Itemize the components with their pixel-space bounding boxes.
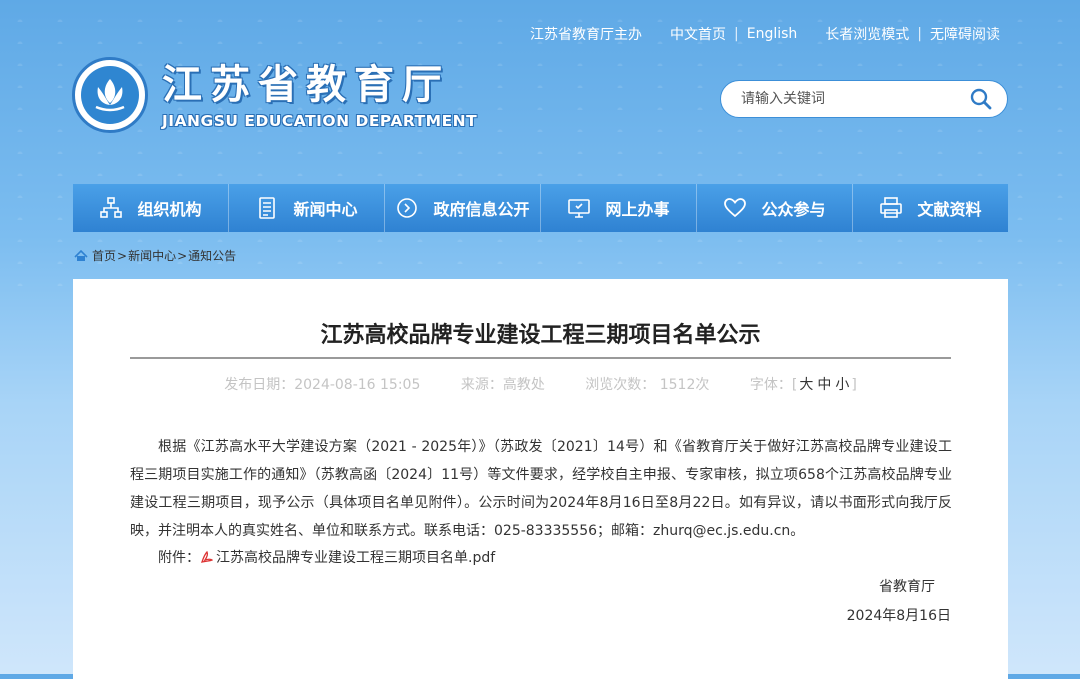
nav-item-label: 政府信息公开: [433, 200, 530, 219]
nav-item-label: 网上办事: [605, 200, 670, 219]
printer-icon: [879, 196, 903, 220]
sponsor-text: 江苏省教育厅主办: [530, 27, 642, 43]
search-box: [720, 80, 1008, 118]
heart-icon: [723, 196, 747, 220]
breadcrumb-current[interactable]: 通知公告: [188, 247, 236, 264]
logo-name-cn: 江苏省教育厅: [162, 62, 450, 108]
home-icon: [74, 249, 88, 261]
main-nav: 组织机构 新闻中心 政府信息公开 网上办事 公众参与 文献资料: [73, 184, 1008, 232]
article-title: 江苏高校品牌专业建设工程三期项目名单公示: [320, 323, 761, 348]
article-card: 江苏高校品牌专业建设工程三期项目名单公示 发布日期：2024-08-16 15:…: [73, 279, 1008, 679]
search-input[interactable]: [739, 90, 961, 108]
nav-item-literature[interactable]: 文献资料: [853, 184, 1008, 232]
document-icon: [255, 196, 279, 220]
nav-item-disclosure[interactable]: 政府信息公开: [385, 184, 541, 232]
attachment-pdf-link[interactable]: 江苏高校品牌专业建设工程三期项目名单.pdf: [216, 547, 495, 567]
breadcrumb-arrow: >: [177, 248, 188, 263]
chinese-home-link[interactable]: 中文首页: [670, 24, 726, 44]
accessible-reading-link[interactable]: 无障碍阅读: [930, 24, 1000, 44]
breadcrumb-arrow: >: [117, 248, 128, 263]
signature-date: 2024年8月16日: [846, 608, 951, 624]
nav-item-label: 文献资料: [917, 200, 982, 219]
nav-item-news[interactable]: 新闻中心: [229, 184, 385, 232]
nav-item-online-services[interactable]: 网上办事: [541, 184, 697, 232]
emblem-icon: [72, 57, 148, 133]
nav-item-label: 组织机构: [137, 200, 202, 219]
breadcrumb-home[interactable]: 首页: [92, 247, 116, 264]
publish-date: 发布日期：2024-08-16 15:05: [224, 377, 421, 393]
article-body: 根据《江苏高水平大学建设方案（2021 - 2025年）》（苏政发〔2021〕1…: [130, 439, 952, 539]
breadcrumb-news[interactable]: 新闻中心: [128, 247, 176, 264]
search-icon: [970, 88, 992, 110]
disclosure-icon: [395, 196, 419, 220]
font-size-medium-button[interactable]: 中: [815, 377, 833, 393]
top-links-bar: 江苏省教育厅主办 中文首页 | English 长者浏览模式 | 无障碍阅读: [530, 24, 1000, 44]
pdf-icon: [201, 550, 214, 563]
breadcrumb: 首页 > 新闻中心 > 通知公告: [74, 247, 236, 264]
article-source: 来源：高教处: [460, 377, 545, 393]
separator: |: [917, 26, 922, 42]
font-size-large-button[interactable]: 大: [797, 377, 815, 393]
site-logo[interactable]: 江苏省教育厅 JIANGSU EDUCATION DEPARTMENT: [72, 57, 477, 133]
attachment-label: 附件：: [158, 550, 200, 566]
view-count: 浏览次数： 1512次: [585, 377, 710, 393]
title-divider: [130, 357, 951, 359]
nav-item-organization[interactable]: 组织机构: [73, 184, 229, 232]
nav-item-label: 公众参与: [761, 200, 826, 219]
font-size-small-button[interactable]: 小: [833, 377, 851, 393]
separator: |: [734, 26, 739, 42]
monitor-icon: [567, 196, 591, 220]
logo-name-en: JIANGSU EDUCATION DEPARTMENT: [162, 112, 478, 130]
elder-mode-link[interactable]: 长者浏览模式: [825, 24, 909, 44]
font-size-label: 字体：[: [749, 377, 798, 393]
nav-item-public-participation[interactable]: 公众参与: [697, 184, 853, 232]
english-link[interactable]: English: [747, 26, 798, 42]
nav-item-label: 新闻中心: [293, 200, 358, 219]
font-size-bracket: ]: [851, 377, 857, 393]
attachment-row: 附件： 江苏高校品牌专业建设工程三期项目名单.pdf: [158, 547, 495, 567]
signature-department: 省教育厅: [879, 579, 935, 595]
search-button[interactable]: [961, 81, 1001, 117]
article-meta: 发布日期：2024-08-16 15:05 来源：高教处 浏览次数： 1512次…: [73, 374, 1008, 394]
org-chart-icon: [99, 196, 123, 220]
